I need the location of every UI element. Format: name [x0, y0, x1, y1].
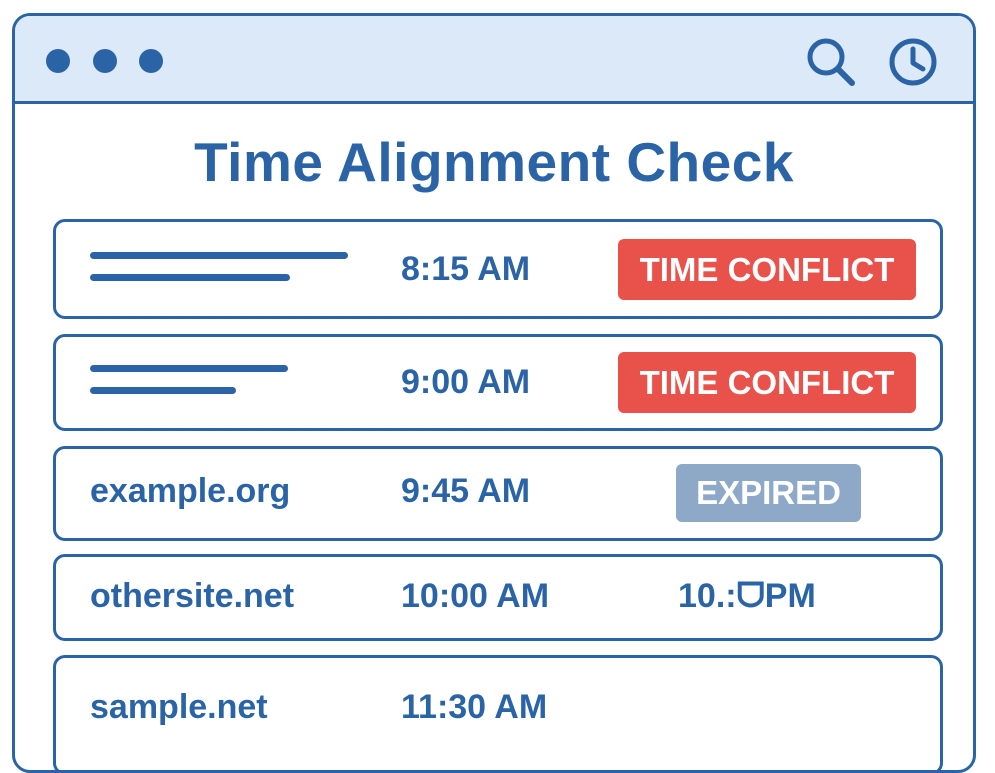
- time-value: 8:15 AM: [401, 250, 531, 288]
- table-row[interactable]: example.org 9:45 AM EXPIRED: [53, 446, 943, 541]
- table-row[interactable]: sample.net 11:30 AM: [53, 655, 943, 770]
- expired-badge: EXPIRED: [676, 464, 861, 522]
- time-conflict-badge: TIME CONFLICT: [618, 352, 916, 413]
- placeholder-line: [90, 387, 236, 394]
- site-name: sample.net: [90, 688, 268, 726]
- site-name: othersite.net: [90, 577, 295, 615]
- window-control-dot[interactable]: [93, 49, 117, 73]
- placeholder-line: [90, 365, 288, 372]
- placeholder-line: [90, 252, 348, 259]
- browser-window: Time Alignment Check 8:15 AM TIME CONFLI…: [12, 13, 976, 773]
- time-value: 9:45 AM: [401, 472, 531, 510]
- table-row[interactable]: othersite.net 10:00 AM 10.:ᗜPM: [53, 554, 943, 641]
- time-value: 10:00 AM: [401, 577, 550, 615]
- clock-icon[interactable]: [887, 36, 939, 88]
- status-text: 10.:ᗜPM: [678, 577, 816, 615]
- site-name: example.org: [90, 472, 291, 510]
- placeholder-line: [90, 274, 290, 281]
- table-row[interactable]: 9:00 AM TIME CONFLICT: [53, 334, 943, 431]
- table-row[interactable]: 8:15 AM TIME CONFLICT: [53, 219, 943, 319]
- time-value: 11:30 AM: [401, 688, 548, 726]
- time-conflict-badge: TIME CONFLICT: [618, 239, 916, 300]
- page-title: Time Alignment Check: [194, 131, 794, 193]
- time-value: 9:00 AM: [401, 363, 531, 401]
- window-control-dot[interactable]: [139, 49, 163, 73]
- window-control-dot[interactable]: [46, 49, 70, 73]
- search-icon[interactable]: [805, 36, 857, 88]
- title-bar: [15, 16, 973, 104]
